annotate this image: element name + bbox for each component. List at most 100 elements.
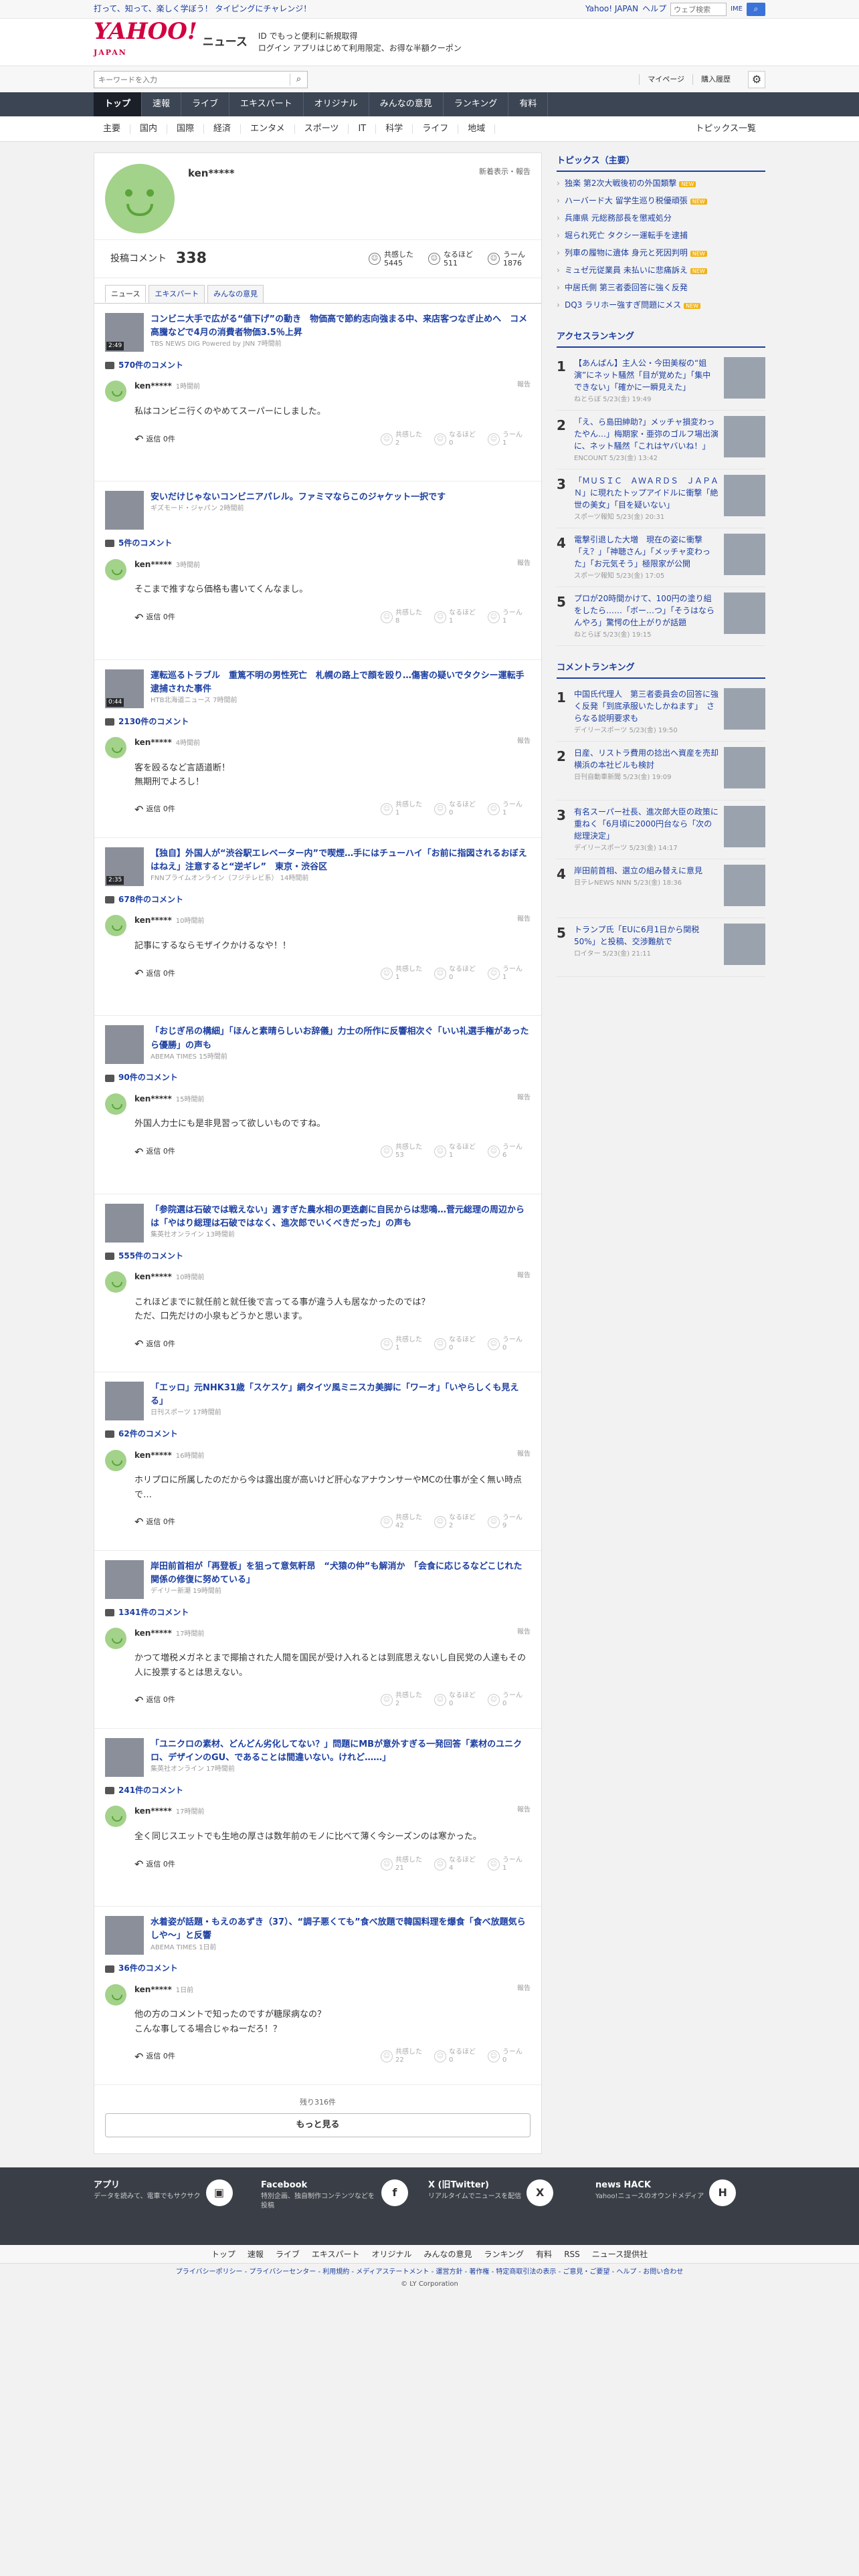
understand-button[interactable]: ☺ なるほど 1 — [434, 1144, 477, 1160]
signup-link[interactable]: ID でもっと便利に新規取得 — [258, 30, 462, 42]
report-link[interactable]: 報告 — [517, 1271, 531, 1281]
empathy-button[interactable]: ☺ 共感した 42 — [381, 1514, 423, 1530]
ranking-title[interactable]: プロが20時間かけて、100円の塗り組をしたら……「ボー…つ」「そうはならんやろ… — [574, 594, 714, 627]
comment-count-link[interactable]: 5件のコメント — [105, 538, 531, 549]
app-icon[interactable]: ▣ — [205, 2179, 233, 2206]
empathy-button[interactable]: ☺ 共感した 2 — [381, 431, 423, 447]
footer-links[interactable]: プライバシーポリシー - プライバシーセンター - 利用規約 - メディアステー… — [0, 2268, 859, 2278]
reply-button[interactable]: 返信 0件 — [134, 1693, 175, 1708]
ranking-title[interactable]: 有名スーパー社長、進次郎大臣の政策に重ねく「6月頃に2000円台なら「次の総理決… — [574, 807, 719, 841]
report-link[interactable]: 報告 — [517, 559, 531, 569]
hmm-button[interactable]: ☺ うーん 6 — [488, 1144, 531, 1160]
reply-button[interactable]: 返信 0件 — [134, 1856, 175, 1872]
subnav-all-topics[interactable]: トピックス一覧 — [686, 124, 765, 134]
report-link[interactable]: 報告 — [517, 1806, 531, 1816]
topic-item[interactable]: DQ3 ラリホー強すぎ問題にメスNEW — [557, 298, 765, 315]
understand-button[interactable]: ☺ なるほど 0 — [434, 1692, 477, 1708]
ranking-thumbnail[interactable] — [724, 923, 765, 965]
article-thumbnail[interactable]: 2:35 — [105, 847, 144, 886]
newshack-icon[interactable]: H — [709, 2179, 737, 2206]
footer-nav-item[interactable]: トップ — [211, 2245, 235, 2264]
topic-title[interactable]: 独楽 第2次大戦後初の外国類撃 — [565, 179, 676, 188]
report-link[interactable]: 報告 — [517, 1450, 531, 1460]
comment-count-link[interactable]: 2130件のコメント — [105, 716, 531, 728]
article-title[interactable]: 「参院選は石破では戦えない」週すぎた農水相の更迭劇に自民からは悲鳴…菅元総理の周… — [151, 1204, 531, 1230]
ime-toggle[interactable]: IME — [731, 5, 743, 15]
article-thumbnail[interactable] — [105, 1203, 144, 1243]
mypage-link[interactable]: マイページ — [639, 74, 692, 85]
hmm-button[interactable]: ☺ うーん 1 — [488, 431, 531, 447]
understand-button[interactable]: ☺ なるほど 0 — [434, 801, 477, 817]
ranking-title[interactable]: 【あんぱん】主人公・今田美桜の“姐演”にネット騒然「目が覚めた」「集中できない」… — [574, 358, 710, 392]
topic-title[interactable]: ハーバード大 留学生巡り税優頑張 — [565, 196, 688, 205]
article-thumbnail[interactable] — [105, 1382, 144, 1421]
yahoo-japan-link[interactable]: Yahoo! JAPAN — [585, 3, 638, 15]
article-title[interactable]: 「エッロ」元NHK31歳「スケスケ」網タイツ風ミニスカ美脚に「ワーオ」「いやらし… — [151, 1382, 531, 1408]
keyword-input[interactable] — [94, 72, 290, 88]
ranking-title[interactable]: 日産、リストラ費用の捻出へ資産を売却 横浜の本社ビルも検討 — [574, 748, 727, 770]
comment-count-link[interactable]: 555件のコメント — [105, 1251, 531, 1262]
footer-card[interactable]: X (旧Twitter) リアルタイムでニュースを配信 X — [428, 2179, 575, 2211]
article-ref[interactable]: 安いだけじゃないコンビニアパレル。ファミマならこのジャケット一択です ギズモード・… — [105, 491, 531, 531]
article-ref[interactable]: 2:49 コンビニ大手で広がる“値下げ”の動き 物価高で節約志向強まる中、来店客つ… — [105, 312, 531, 353]
hmm-button[interactable]: ☺ うーん 1 — [488, 1856, 531, 1872]
footer-nav-item[interactable]: 速報 — [248, 2245, 264, 2264]
more-button[interactable]: もっと見る — [105, 2113, 531, 2137]
ranking-item[interactable]: 1 【あんぱん】主人公・今田美桜の“姐演”にネット騒然「目が覚めた」「集中できない… — [557, 352, 765, 411]
subnav-item[interactable]: 国内 — [130, 124, 168, 134]
footer-nav-item[interactable]: オリジナル — [372, 2245, 412, 2264]
topic-item[interactable]: 堀られ死亡 タクシー運転手を逮捕 — [557, 228, 765, 245]
footer-card[interactable]: news HACK Yahoo!ニュースのオウンドメディア H — [595, 2179, 743, 2211]
empathy-button[interactable]: ☺ 共感した 8 — [381, 609, 423, 625]
article-title[interactable]: 【独自】外国人が“渋谷駅エレベーター内”で喫煙…手にはチューハイ「お前に指図され… — [151, 847, 531, 874]
hmm-button[interactable]: ☺ うーん 1 — [488, 966, 531, 982]
ranking-thumbnail[interactable] — [724, 592, 765, 634]
ranking-item[interactable]: 5 トランプ氏「EUに6月1日から関税50%」と投稿、交渉難航で ロイター 5/23… — [557, 918, 765, 977]
empathy-button[interactable]: ☺ 共感した 2 — [381, 1692, 423, 1708]
footer-nav-item[interactable]: 有料 — [536, 2245, 552, 2264]
report-link[interactable]: 報告 — [517, 1984, 531, 1994]
gnav-item[interactable]: トップ — [94, 92, 142, 116]
footer-card[interactable]: アプリ データを読みて、電車でもサクサク ▣ — [94, 2179, 241, 2211]
article-title[interactable]: 安いだけじゃないコンビニアパレル。ファミマならこのジャケット一択です — [151, 491, 446, 504]
article-ref[interactable]: 2:35 【独自】外国人が“渋谷駅エレベーター内”で喫煙…手にはチューハイ「お前に… — [105, 847, 531, 887]
help-link[interactable]: ヘルプ — [642, 3, 666, 15]
ranking-thumbnail[interactable] — [724, 415, 765, 457]
ranking-item[interactable]: 3 有名スーパー社長、進次郎大臣の政策に重ねく「6月頃に2000円台なら「次の総理… — [557, 800, 765, 859]
gnav-item[interactable]: エキスパート — [229, 92, 304, 116]
profile-settings-link[interactable]: 新着表示・報告 — [479, 167, 531, 177]
typing-promo-link[interactable]: 打って、知って、楽しく学ぼう！ タイピングにチャレンジ！ — [94, 3, 311, 15]
ranking-title[interactable]: トランプ氏「EUに6月1日から関税50%」と投稿、交渉難航で — [574, 925, 699, 946]
empathy-button[interactable]: ☺ 共感した 1 — [381, 801, 423, 817]
topic-title[interactable]: DQ3 ラリホー強すぎ問題にメス — [565, 300, 681, 310]
ranking-thumbnail[interactable] — [724, 474, 765, 516]
ranking-item[interactable]: 4 電撃引退した大増 現在の姿に衝撃「え？」「神聴さん」「メッチャ変わった」「お元… — [557, 528, 765, 587]
subnav-item[interactable]: スポーツ — [295, 124, 349, 134]
understand-button[interactable]: ☺ なるほど 1 — [434, 609, 477, 625]
hmm-button[interactable]: ☺ うーん 0 — [488, 2048, 531, 2064]
footer-card-title[interactable]: Facebook — [261, 2179, 376, 2192]
article-title[interactable]: 「おじぎ吊の構細」「ほんと素晴らしいお辞儀」力士の所作に反響相次ぐ「いい礼選手権… — [151, 1025, 531, 1052]
subnav-item[interactable]: エンタメ — [241, 124, 295, 134]
ranking-item[interactable]: 1 中国氏代理人 第三者委員会の回答に強く反発「到底承服いたしかねます」 さらなる… — [557, 683, 765, 742]
ranking-title[interactable]: 「え、ら島田紳助?」メッチャ損変わったやん…」梅期家・亜弥のゴルフ場出演に、ネッ… — [574, 417, 719, 451]
article-thumbnail[interactable]: 0:44 — [105, 669, 144, 708]
footer-card-title[interactable]: news HACK — [595, 2179, 704, 2192]
gnav-item[interactable]: ランキング — [444, 92, 509, 116]
article-thumbnail[interactable] — [105, 1560, 144, 1599]
topic-item[interactable]: ハーバード大 留学生巡り税優頑張NEW — [557, 193, 765, 211]
web-search-button[interactable]: ⌕ — [747, 3, 765, 16]
article-ref[interactable]: 岸田前首相が「再登板」を狙って意気軒昂 “犬猿の仲”も解消か 「会食に応じるなど… — [105, 1560, 531, 1600]
ranking-thumbnail[interactable] — [724, 864, 765, 906]
gnav-item[interactable]: みんなの意見 — [369, 92, 444, 116]
gnav-item[interactable]: 速報 — [142, 92, 182, 116]
report-link[interactable]: 報告 — [517, 1628, 531, 1638]
footer-nav-item[interactable]: RSS — [564, 2245, 580, 2264]
reply-button[interactable]: 返信 0件 — [134, 1144, 175, 1160]
search-icon[interactable]: ⌕ — [290, 73, 307, 86]
ranking-title[interactable]: 岸田前首相、選立の組み替えに意見 — [574, 866, 702, 875]
ranking-item[interactable]: 2 「え、ら島田紳助?」メッチャ損変わったやん…」梅期家・亜弥のゴルフ場出演に、ネ… — [557, 411, 765, 469]
understand-button[interactable]: ☺ なるほど 4 — [434, 1856, 477, 1872]
article-ref[interactable]: 水着姿が話題・もえのあずき（37）、“調子悪くても”食べ放題で韓国料理を爆食「食… — [105, 1916, 531, 1956]
reply-button[interactable]: 返信 0件 — [134, 1336, 175, 1352]
